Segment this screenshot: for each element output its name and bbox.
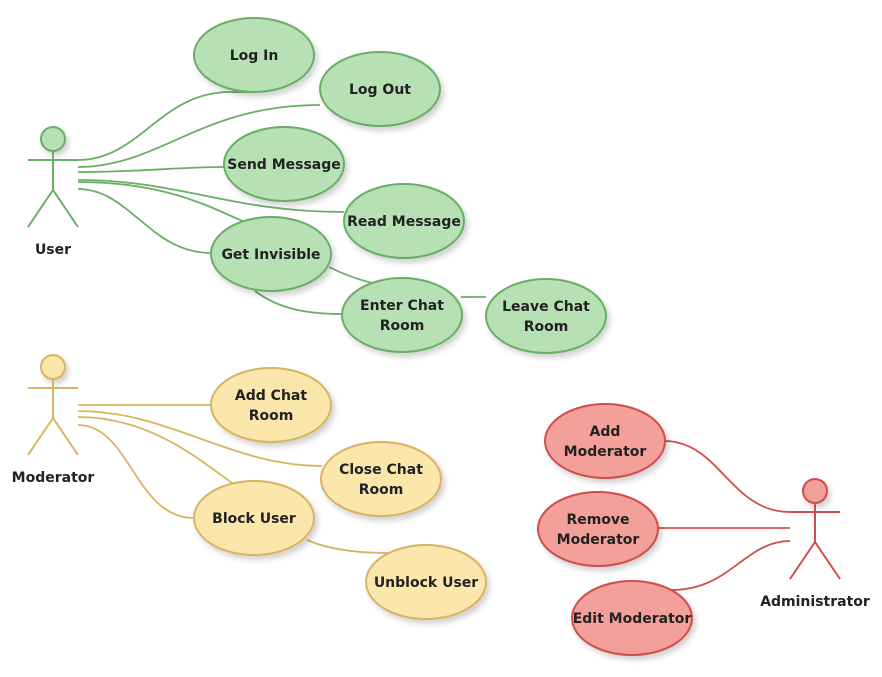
use-case-label: Add (590, 424, 621, 440)
use-case-edit-moderator[interactable]: Edit Moderator (571, 580, 693, 656)
use-case-label: Enter Chat (360, 298, 444, 314)
actor-head-icon (802, 478, 828, 504)
use-case-ellipse[interactable] (210, 367, 332, 443)
association-user-enter-chat-room (77, 188, 212, 254)
use-case-label: Moderator (557, 532, 640, 548)
use-case-ellipse[interactable] (485, 278, 607, 354)
use-case-add-chat-room[interactable]: Add Chat Room (210, 367, 332, 443)
use-case-label: Close Chat (339, 462, 423, 478)
actor-head-icon (40, 126, 66, 152)
use-case-label: Leave Chat (502, 299, 590, 315)
use-case-send-message[interactable]: Send Message (223, 126, 345, 202)
use-case-add-moderator[interactable]: Add Moderator (544, 403, 666, 479)
use-case-read-message[interactable]: Read Message (343, 183, 465, 259)
use-case-get-invisible[interactable]: Get Invisible (210, 216, 332, 292)
use-case-log-in[interactable]: Log In (193, 17, 315, 93)
use-case-block-user[interactable]: Block User (193, 480, 315, 556)
association-block-user-unblock-user (306, 539, 389, 554)
use-case-unblock-user[interactable]: Unblock User (365, 544, 487, 620)
use-case-ellipse[interactable] (544, 403, 666, 479)
use-case-remove-moderator[interactable]: Remove Moderator (537, 491, 659, 567)
use-case-log-out[interactable]: Log Out (319, 51, 441, 127)
use-cases: Log In Log Out Send Message Read Message Get… (193, 17, 693, 656)
use-case-ellipse[interactable] (537, 491, 659, 567)
association-administrator-edit-moderator (671, 540, 791, 591)
use-case-label: Room (249, 408, 294, 424)
actor-label: Administrator (760, 594, 870, 610)
association-administrator-add-moderator (663, 440, 791, 513)
use-case-label: Read Message (347, 214, 461, 230)
use-case-label: Log In (230, 48, 279, 64)
actor-user[interactable]: User (27, 126, 79, 258)
association-user-send-message (77, 166, 225, 173)
use-case-leave-chat-room[interactable]: Leave Chat Room (485, 278, 607, 354)
use-case-label: Send Message (227, 157, 341, 173)
association-moderator-block-user (77, 424, 195, 519)
use-case-label: Room (524, 319, 569, 335)
use-case-label: Add Chat (235, 388, 307, 404)
use-case-label: Get Invisible (221, 247, 320, 263)
use-case-label: Edit Moderator (573, 611, 692, 627)
actor-administrator[interactable]: Administrator (760, 478, 870, 610)
use-case-ellipse[interactable] (320, 441, 442, 517)
use-case-label: Log Out (349, 82, 411, 98)
actor-label: Moderator (12, 470, 95, 486)
use-case-enter-chat-room[interactable]: Enter Chat Room (341, 277, 463, 353)
use-case-label: Room (380, 318, 425, 334)
actor-label: User (35, 242, 71, 258)
stick-figure-icon (789, 503, 841, 580)
stick-figure-icon (27, 379, 79, 456)
use-case-label: Remove (566, 512, 629, 528)
association-moderator-block-user (77, 416, 233, 484)
use-case-label: Room (359, 482, 404, 498)
use-case-diagram: Log In Log Out Send Message Read Message Get… (12, 17, 870, 656)
use-case-label: Moderator (564, 444, 647, 460)
use-case-close-chat-room[interactable]: Close Chat Room (320, 441, 442, 517)
actor-head-icon (40, 354, 66, 380)
stick-figure-icon (27, 151, 79, 228)
use-case-label: Unblock User (374, 575, 478, 591)
use-case-ellipse[interactable] (341, 277, 463, 353)
actor-moderator[interactable]: Moderator (12, 354, 95, 486)
use-case-label: Block User (212, 511, 296, 527)
